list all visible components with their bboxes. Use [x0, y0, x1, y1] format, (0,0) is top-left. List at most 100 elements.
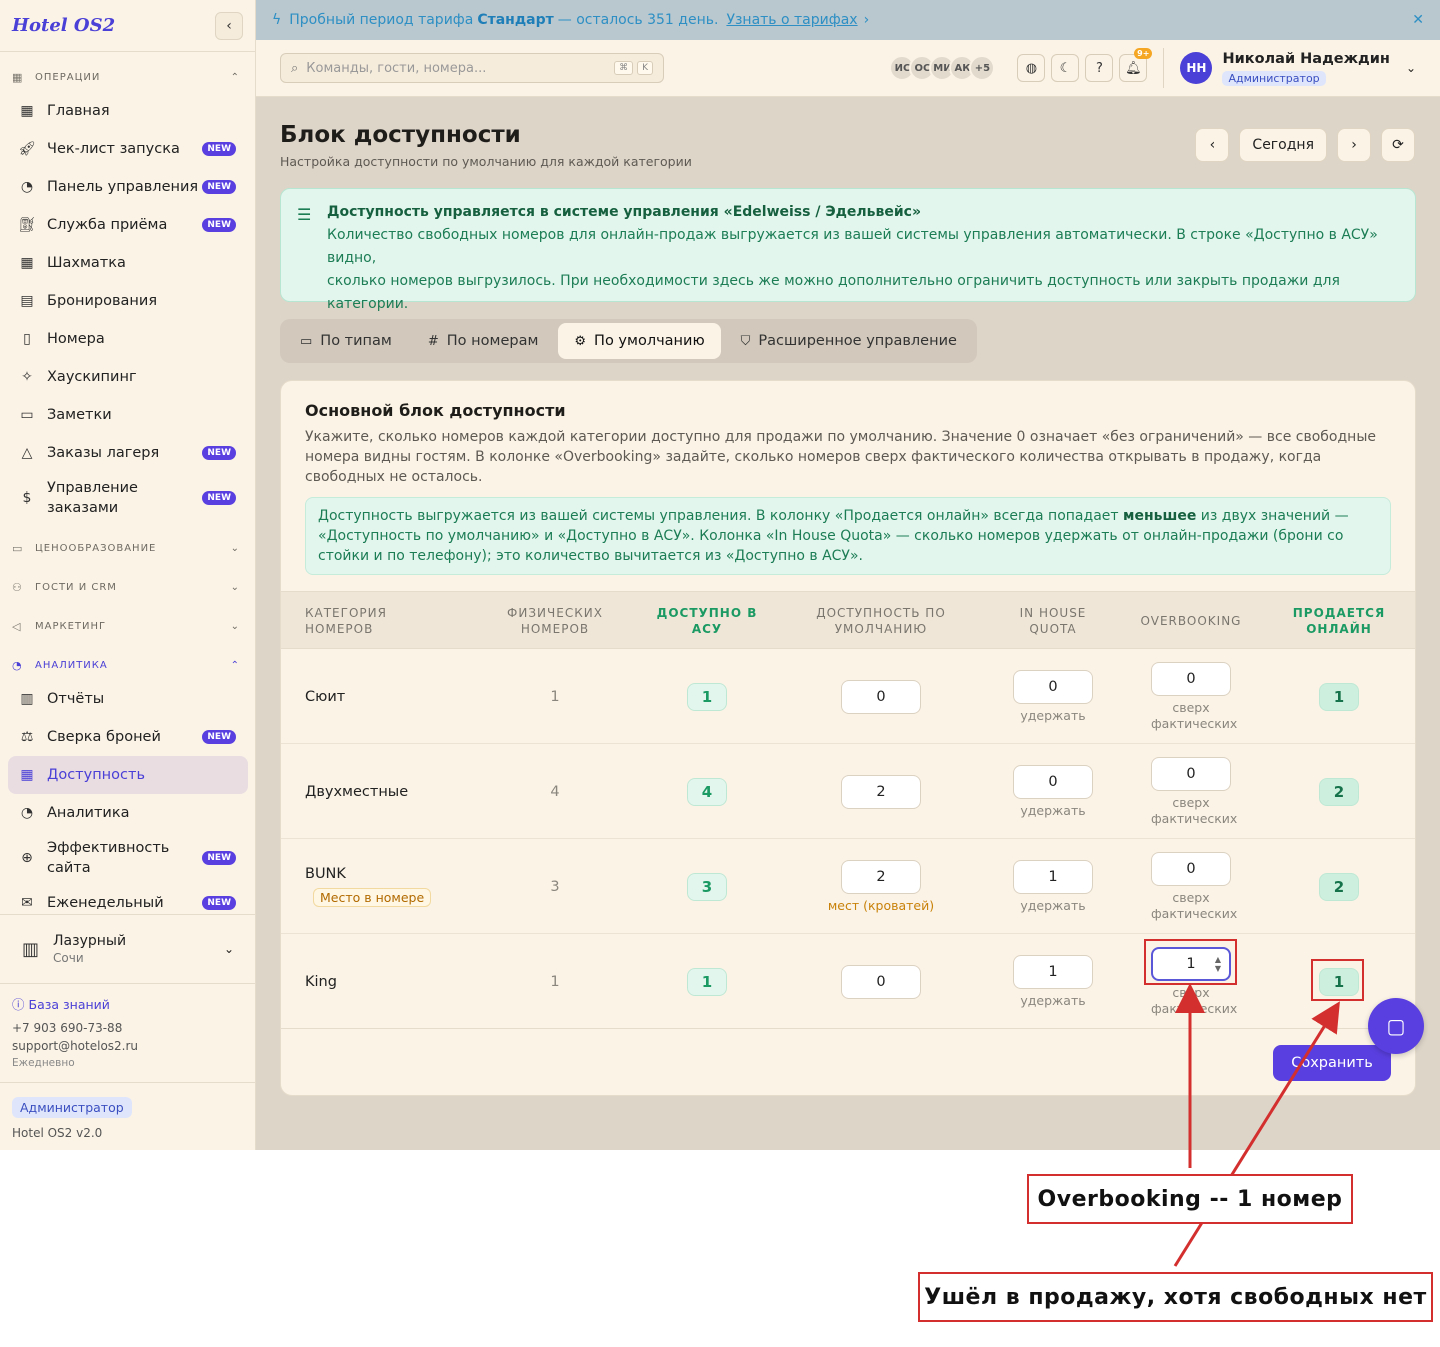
section-operations[interactable]: ▦ ОПЕРАЦИИ ⌃	[0, 62, 256, 92]
beds-hint: мест (кроватей)	[827, 897, 935, 913]
tab-by-types[interactable]: ▭ По типам	[284, 323, 408, 359]
help-button[interactable]: ?	[1085, 54, 1114, 82]
tab-advanced[interactable]: ⛉ Расширенное управление	[725, 323, 973, 359]
default-input[interactable]: 0	[841, 964, 921, 999]
kbd-k: K	[637, 61, 653, 75]
sidebar-item-weekly[interactable]: ✉︎ Еженедельный NEW	[8, 884, 248, 912]
grid-icon: ▦	[12, 70, 24, 84]
default-input[interactable]: 2	[841, 774, 921, 809]
sidebar-item-label: Управление заказами	[47, 480, 138, 516]
category-label: Сюит	[305, 688, 346, 705]
notifications-button[interactable]: 🔔︎ 9+	[1119, 48, 1153, 82]
kbd-cmd: ⌘	[614, 61, 634, 75]
overbooking-input[interactable]: 0	[1151, 851, 1231, 886]
sidebar-item-reconcile[interactable]: ⚖︎ Сверка броней NEW	[8, 718, 248, 756]
sidebar-item-bookings[interactable]: ▤ Бронирования	[8, 282, 248, 320]
rocket-icon: 🚀︎	[18, 141, 36, 157]
refresh-button[interactable]: ⟳	[1381, 128, 1415, 162]
trial-plan: Стандарт	[477, 12, 554, 28]
info-line: сколько номеров выгрузилось. При необход…	[327, 273, 1340, 312]
today-button[interactable]: Сегодня	[1239, 128, 1327, 162]
search-input[interactable]: ⌕ Команды, гости, номера... ⌘ K	[280, 53, 664, 83]
page-title: Блок доступности	[280, 122, 521, 148]
sidebar-item-label: Хаускипинг	[47, 369, 137, 385]
page-subtitle: Настройка доступности по умолчанию для к…	[280, 154, 692, 169]
sidebar-item-camp[interactable]: △ Заказы лагеря NEW	[8, 434, 248, 472]
sidebar-item-label: Чек-лист запуска	[47, 141, 180, 157]
support-phone[interactable]: +7 903 690-73-88	[12, 1021, 138, 1035]
save-button[interactable]: Сохранить	[1273, 1045, 1391, 1081]
bell-icon: 🔔︎	[1125, 60, 1142, 76]
card-title: Основной блок доступности	[305, 401, 566, 420]
overbooking-cell: 0 сверх фактических	[1131, 649, 1251, 744]
default-cell: 2 мест (кроватей)	[801, 839, 961, 934]
quota-input[interactable]: 0	[1013, 669, 1093, 704]
collapse-sidebar-button[interactable]: ‹	[215, 11, 243, 40]
online-cell: 1	[1279, 649, 1399, 744]
hotel-selector[interactable]: ▥ Лазурный Сочи ⌄	[0, 914, 256, 984]
theme-button[interactable]: ☾	[1051, 54, 1080, 82]
online-users[interactable]: ИС ОС МИ АК +5	[889, 55, 996, 81]
callout-sold: Ушёл в продажу, хотя свободных нет	[918, 1272, 1433, 1322]
avatar-more: +5	[969, 55, 996, 81]
pie-chart-icon: ◔	[20, 805, 34, 821]
calendar-icon: ▭	[300, 333, 313, 349]
quota-input[interactable]: 1	[1013, 954, 1093, 989]
close-icon[interactable]: ✕	[1412, 12, 1424, 28]
chevron-left-icon: ‹	[1209, 137, 1216, 153]
overbooking-input[interactable]: 0	[1151, 756, 1231, 791]
support-email[interactable]: support@hotelos2.ru	[12, 1039, 138, 1053]
sidebar-item-housekeeping[interactable]: ✧ Хаускипинг	[8, 358, 248, 396]
quota-input[interactable]: 1	[1013, 859, 1093, 894]
new-badge: NEW	[202, 730, 236, 744]
quota-input[interactable]: 0	[1013, 764, 1093, 799]
tab-by-rooms[interactable]: # По номерам	[412, 323, 555, 359]
sidebar-item-site[interactable]: ⊕ Эффективность сайта NEW	[8, 834, 248, 882]
chevron-right-icon: ›	[863, 12, 870, 28]
new-badge: NEW	[202, 142, 236, 156]
overbooking-input[interactable]: 0	[1151, 661, 1231, 696]
category-label: Двухместные	[305, 783, 409, 800]
pms-info-box: ☰ Доступность управляется в системе упра…	[280, 188, 1416, 335]
sidebar-item-notes[interactable]: ▭ Заметки	[8, 396, 248, 434]
user-name: Николай Надеждин	[1222, 50, 1390, 67]
next-button[interactable]: ›	[1337, 128, 1371, 162]
default-input[interactable]: 2	[841, 859, 921, 894]
online-value: 1	[1319, 682, 1359, 711]
sidebar-item-reports[interactable]: ▥ Отчёты	[8, 680, 248, 718]
palette-button[interactable]: ◍	[1017, 54, 1046, 82]
help-icon: ?	[1095, 60, 1103, 76]
tariffs-link[interactable]: Узнать о тарифах	[726, 12, 857, 28]
knowledge-base-link[interactable]: ⓘ База знаний	[12, 994, 138, 1013]
asu-cell: 1	[647, 934, 767, 1029]
sidebar-item-checklist[interactable]: 🚀︎ Чек-лист запуска NEW	[8, 130, 248, 168]
sidebar-item-analytics[interactable]: ◔ Аналитика	[8, 794, 248, 832]
logo[interactable]: Hotel OS2	[12, 15, 115, 36]
tab-label: По номерам	[446, 333, 539, 349]
sidebar-item-dashboard[interactable]: ◔ Панель управления NEW	[8, 168, 248, 206]
sparkles-icon: ✧	[21, 369, 33, 385]
sidebar-item-chess[interactable]: ▦ Шахматка	[8, 244, 248, 282]
user-menu[interactable]: НН Николай Надеждин Администратор ⌄	[1180, 51, 1416, 86]
section-marketing[interactable]: ◁ МАРКЕТИНГ ⌄	[0, 611, 256, 641]
chat-button[interactable]: ▢	[1368, 998, 1424, 1054]
section-analytics[interactable]: ◔ АНАЛИТИКА ⌃	[0, 650, 256, 680]
default-input[interactable]: 0	[841, 679, 921, 714]
sidebar-item-availability[interactable]: ▦ Доступность	[8, 756, 248, 794]
sidebar-item-label: Аналитика	[47, 805, 130, 821]
prev-button[interactable]: ‹	[1195, 128, 1230, 162]
card-icon: ▭	[12, 541, 24, 555]
refresh-icon: ⟳	[1392, 137, 1404, 153]
sidebar-item-label: Служба приёма	[47, 217, 168, 233]
sidebar-item-rooms[interactable]: ▯ Номера	[8, 320, 248, 358]
sidebar-item-orders[interactable]: $ Управление заказами NEW	[8, 474, 248, 522]
tab-default[interactable]: ⚙︎ По умолчанию	[558, 323, 721, 359]
sidebar-item-home[interactable]: ▦ Главная	[8, 92, 248, 130]
section-guests[interactable]: ⚇ ГОСТИ И CRM ⌄	[0, 572, 256, 602]
sidebar-item-frontdesk[interactable]: ⛽︎ Служба приёма NEW	[8, 206, 248, 244]
quota-cell: 1 удержать	[1003, 934, 1103, 1029]
sidebar: Hotel OS2 ‹ ▦ ОПЕРАЦИИ ⌃ ▦ Главная 🚀︎ Че…	[0, 0, 256, 1150]
section-pricing[interactable]: ▭ ЦЕНООБРАЗОВАНИЕ ⌄	[0, 533, 256, 563]
role-badge: Администратор	[12, 1097, 132, 1118]
sidebar-item-label: Заметки	[47, 407, 112, 423]
